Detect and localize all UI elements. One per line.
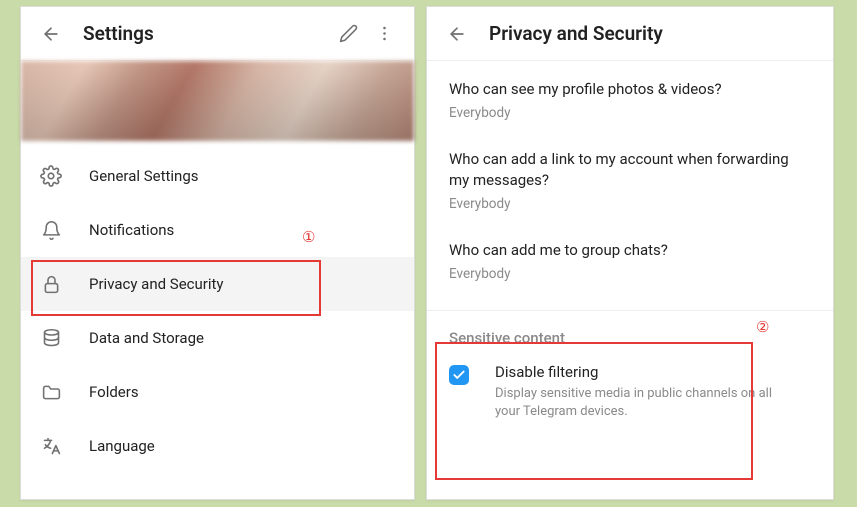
privacy-item-group-chats[interactable]: Who can add me to group chats? Everybody bbox=[449, 240, 811, 282]
settings-title: Settings bbox=[83, 22, 330, 45]
menu-item-language[interactable]: Language bbox=[21, 419, 414, 473]
privacy-title: Privacy and Security bbox=[489, 22, 821, 45]
back-button[interactable] bbox=[439, 16, 475, 52]
check-icon bbox=[452, 368, 466, 382]
privacy-item-forward-link[interactable]: Who can add a link to my account when fo… bbox=[449, 149, 811, 212]
checkbox-desc: Display sensitive media in public channe… bbox=[495, 385, 795, 420]
lock-icon bbox=[39, 272, 63, 296]
folder-icon bbox=[39, 380, 63, 404]
arrow-left-icon bbox=[447, 24, 467, 44]
privacy-list: Who can see my profile photos & videos? … bbox=[427, 61, 833, 282]
gear-icon bbox=[39, 164, 63, 188]
privacy-value: Everybody bbox=[449, 266, 811, 282]
more-button[interactable] bbox=[366, 16, 402, 52]
menu-item-label: Data and Storage bbox=[89, 329, 204, 347]
menu-item-label: Notifications bbox=[89, 221, 174, 239]
menu-item-label: Language bbox=[89, 437, 155, 455]
settings-panel: Settings General Settings Notifications … bbox=[20, 6, 415, 500]
privacy-value: Everybody bbox=[449, 105, 811, 121]
back-button[interactable] bbox=[33, 16, 69, 52]
menu-item-notifications[interactable]: Notifications bbox=[21, 203, 414, 257]
pencil-icon bbox=[339, 24, 358, 43]
disable-filtering-row[interactable]: Disable filtering Display sensitive medi… bbox=[427, 357, 833, 432]
profile-banner[interactable] bbox=[21, 61, 414, 141]
more-vertical-icon bbox=[375, 24, 394, 43]
privacy-panel: Privacy and Security Who can see my prof… bbox=[426, 6, 834, 500]
privacy-item-profile-photos[interactable]: Who can see my profile photos & videos? … bbox=[449, 79, 811, 121]
settings-menu: General Settings Notifications Privacy a… bbox=[21, 141, 414, 481]
menu-item-label: Folders bbox=[89, 383, 139, 401]
checkbox-title: Disable filtering bbox=[495, 363, 795, 381]
language-icon bbox=[39, 434, 63, 458]
sensitive-section-title: Sensitive content bbox=[427, 311, 833, 357]
disable-filtering-text: Disable filtering Display sensitive medi… bbox=[495, 363, 795, 420]
arrow-left-icon bbox=[41, 24, 61, 44]
settings-header: Settings bbox=[21, 7, 414, 61]
privacy-header: Privacy and Security bbox=[427, 7, 833, 61]
bell-icon bbox=[39, 218, 63, 242]
database-icon bbox=[39, 326, 63, 350]
menu-item-general[interactable]: General Settings bbox=[21, 149, 414, 203]
menu-item-label: General Settings bbox=[89, 167, 199, 185]
privacy-question: Who can add a link to my account when fo… bbox=[449, 149, 811, 190]
menu-item-data-storage[interactable]: Data and Storage bbox=[21, 311, 414, 365]
disable-filtering-checkbox[interactable] bbox=[449, 365, 469, 385]
edit-button[interactable] bbox=[330, 16, 366, 52]
privacy-question: Who can see my profile photos & videos? bbox=[449, 79, 811, 99]
privacy-question: Who can add me to group chats? bbox=[449, 240, 811, 260]
menu-item-privacy[interactable]: Privacy and Security bbox=[21, 257, 414, 311]
menu-item-folders[interactable]: Folders bbox=[21, 365, 414, 419]
annotation-number-2: ② bbox=[756, 318, 769, 336]
annotation-number-1: ① bbox=[302, 228, 315, 246]
privacy-value: Everybody bbox=[449, 196, 811, 212]
menu-item-label: Privacy and Security bbox=[89, 275, 224, 293]
